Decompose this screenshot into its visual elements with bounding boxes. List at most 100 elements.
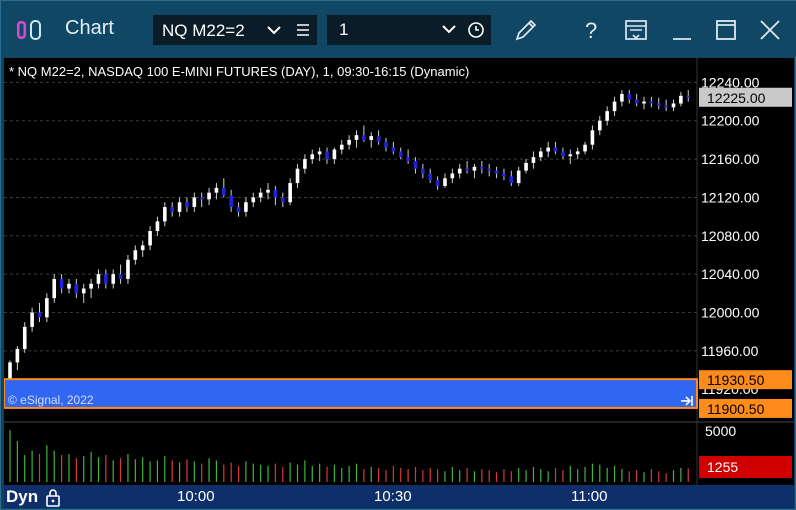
volume-scale-label: 5000 [705,423,736,439]
candle-body [509,176,514,184]
candle-body [369,136,374,140]
price-label: 12000.00 [701,305,760,321]
interval-selector[interactable]: 1 [327,15,491,45]
chevron-down-icon[interactable] [441,21,457,37]
lock-icon[interactable] [44,487,62,507]
current-price-tag: 12225.00 [707,90,766,106]
price-label: 12040.00 [701,266,760,282]
candle-body [273,189,278,198]
candle-body [140,245,145,251]
candle-body [362,135,366,140]
time-label: 10:30 [374,488,412,505]
candle-body [620,93,624,102]
candle-body [229,195,233,208]
candle-body [67,283,71,289]
candle-body [332,149,337,160]
chart-area[interactable]: 12240.00 12200.00 12160.00 12120.00 12080.00… [4,58,794,485]
candle-body [236,207,241,212]
candle-body [192,197,197,208]
chevron-down-icon[interactable] [266,22,282,38]
candle-body [553,147,558,152]
symbol-selector[interactable]: NQ M22=2 [153,15,317,45]
candle-body [15,348,20,363]
candle-body [612,101,617,112]
candle-body [428,173,433,181]
candle-body [214,187,219,193]
candle-body [384,141,388,148]
candle-body [561,151,565,157]
candle-body [457,168,462,174]
volume-current-tag: 1255 [707,459,738,475]
candle-body [487,168,492,171]
price-plot[interactable]: 12240.0012200.0012160.0012120.0012080.00… [4,58,794,485]
candle-body [480,166,484,169]
candle-body [531,157,536,163]
candle-body [89,283,93,289]
candle-body [37,312,42,318]
symbol-value: NQ M22=2 [162,21,245,40]
candle-body [317,151,322,155]
candle-body [339,144,344,150]
candle-body [450,173,455,179]
candle-body [310,154,315,160]
candle-body [347,139,351,145]
candle-body [590,130,595,145]
maximize-icon[interactable] [711,15,741,45]
layout-icon[interactable] [621,15,651,45]
dynamic-mode-label[interactable]: Dyn [6,487,38,507]
candle-body [398,151,403,158]
candle-body [406,157,410,162]
candle-body [679,95,683,104]
clock-icon[interactable] [467,21,485,39]
candle-body [104,274,108,284]
candle-body [59,278,64,289]
candle-body [642,101,646,104]
candle-body [568,154,573,157]
candle-body [199,197,204,200]
candle-body [148,231,152,246]
candle-body [266,189,270,193]
candle-body [575,151,580,155]
candle-body [634,99,639,104]
candle-body [354,135,359,140]
close-icon[interactable] [755,15,785,45]
candle-body [207,192,211,200]
edit-pen-icon[interactable] [511,15,541,45]
price-label: 11960.00 [701,343,759,359]
candle-body [81,288,86,294]
menu-lines-icon[interactable] [294,20,312,40]
candle-body [627,93,632,100]
candle-body [435,180,440,186]
help-question-icon[interactable]: ? [577,15,607,45]
chart-window: Chart NQ M22=2 1 ? 12240.00 12200.00 12160… [0,0,796,510]
candle-body [597,120,602,131]
candle-body [185,202,189,208]
candle-body [465,168,469,171]
window-title: Chart [65,17,114,39]
minimize-icon[interactable] [667,15,697,45]
candle-body [376,136,381,142]
candle-body [126,259,130,279]
candle-body [177,202,182,212]
candle-body [96,274,101,284]
candle-body [111,274,116,284]
time-axis-bar: Dyn 10:00 10:30 11:00 [4,485,794,508]
candle-body [686,95,691,98]
candle-body [664,105,668,108]
candle-body [325,151,329,160]
price-band[interactable] [4,378,698,409]
band-top-price-tag: 11930.50 [707,372,765,388]
candle-body [8,362,12,380]
candle-body [244,202,248,212]
candle-body [421,168,425,174]
candle-body [280,197,285,203]
candle-body [413,161,418,169]
price-label: 12080.00 [701,228,760,244]
candle-body [118,274,123,279]
time-label: 10:00 [177,488,215,505]
candle-body [155,221,160,232]
candle-body [30,312,34,327]
candle-body [671,103,676,108]
candle-body [258,192,263,198]
candle-body [288,183,292,203]
